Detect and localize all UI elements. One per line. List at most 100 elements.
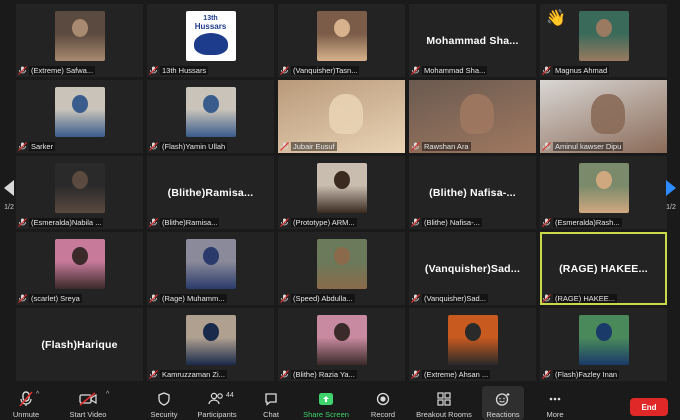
more-button[interactable]: More xyxy=(538,386,572,420)
profile-figure xyxy=(71,95,88,113)
security-button[interactable]: Security xyxy=(144,386,184,420)
start-video-button[interactable]: ^ Start Video xyxy=(62,386,114,420)
participant-tile[interactable]: (Extreme) Safwa... xyxy=(16,4,143,77)
waving-hand-icon: 👋 xyxy=(546,10,566,27)
profile-figure xyxy=(333,323,350,341)
participant-nameplate: (Esmeralda)Rash... xyxy=(542,218,665,227)
chevron-left-icon xyxy=(4,180,14,196)
muted-mic-icon xyxy=(411,218,420,227)
participant-tile[interactable]: Rawshan Ara xyxy=(409,80,536,153)
participant-tile[interactable]: (Blithe) Nafisa-... (Blithe) Nafisa-... xyxy=(409,156,536,229)
participants-button[interactable]: 44 Participants xyxy=(192,386,242,420)
participant-tile[interactable]: (RAGE) HAKEE... (RAGE) HAKEE... xyxy=(540,232,667,305)
profile-picture xyxy=(447,315,498,365)
participant-nameplate: (Vanquisher)Sad... xyxy=(411,294,534,303)
participant-tile[interactable]: Jubair Eusuf xyxy=(278,80,405,153)
participant-nameplate: Kamruzzaman Zi... xyxy=(149,370,272,379)
participants-icon xyxy=(208,390,226,408)
record-button[interactable]: Record xyxy=(366,386,400,420)
caret-up-icon[interactable]: ^ xyxy=(36,391,39,398)
participant-tile[interactable]: Mohammad Sha... Mohammad Sha... xyxy=(409,4,536,77)
profile-figure xyxy=(202,323,219,341)
participant-name: (Extreme) Ahsan ... xyxy=(422,370,491,379)
participant-tile[interactable]: (Flash)Fazley Inan xyxy=(540,308,667,381)
end-meeting-button[interactable]: End xyxy=(630,398,668,416)
share-screen-label: Share Screen xyxy=(303,410,349,419)
participant-name: 13th Hussars xyxy=(160,66,209,75)
participant-tile[interactable]: 👋 Magnus Ahmad xyxy=(540,4,667,77)
muted-mic-icon xyxy=(280,218,289,227)
participant-nameplate: (Esmeralda)Nabila ... xyxy=(18,218,141,227)
video-off-icon xyxy=(79,390,97,408)
profile-picture xyxy=(185,315,236,365)
caret-up-icon[interactable]: ^ xyxy=(106,391,109,398)
participant-tile[interactable]: (Blithe)Ramisa... (Blithe)Ramisa... xyxy=(147,156,274,229)
reactions-label: Reactions xyxy=(486,410,520,419)
record-label: Record xyxy=(370,410,396,419)
share-screen-button[interactable]: Share Screen xyxy=(300,386,352,420)
participant-tile[interactable]: (Esmeralda)Nabila ... xyxy=(16,156,143,229)
profile-picture xyxy=(54,87,105,137)
muted-mic-icon xyxy=(542,142,551,151)
muted-mic-icon xyxy=(18,218,27,227)
profile-figure xyxy=(202,95,219,113)
page-indicator-right: 1/2 xyxy=(666,204,676,211)
participant-tile[interactable]: (Speed) Abdulla... xyxy=(278,232,405,305)
muted-mic-icon xyxy=(411,370,420,379)
profile-picture xyxy=(316,163,367,213)
participant-tile[interactable]: (Blithe) Razia Ya... xyxy=(278,308,405,381)
participant-name: (Rage) Muhamm... xyxy=(160,294,227,303)
participant-tile[interactable]: (Vanquisher)Sad... (Vanquisher)Sad... xyxy=(409,232,536,305)
next-page-button[interactable]: 1/2 xyxy=(664,180,678,211)
participant-tile[interactable]: (Extreme) Ahsan ... xyxy=(409,308,536,381)
participant-nameplate: (RAGE) HAKEE... xyxy=(542,294,665,303)
participant-tile[interactable]: (Flash)Harique xyxy=(16,308,143,381)
profile-figure xyxy=(333,171,350,189)
participant-tile[interactable]: Sarker xyxy=(16,80,143,153)
reactions-button[interactable]: Reactions xyxy=(482,386,524,420)
breakout-rooms-label: Breakout Rooms xyxy=(416,410,472,419)
muted-mic-icon xyxy=(149,142,158,151)
participant-figure xyxy=(459,94,494,134)
participant-tile[interactable]: (Prototype) ARM... xyxy=(278,156,405,229)
unmute-button[interactable]: ^ Unmute xyxy=(6,386,46,420)
profile-picture xyxy=(316,239,367,289)
participant-tile[interactable]: (Vanquisher)Tasn... xyxy=(278,4,405,77)
chat-button[interactable]: Chat xyxy=(254,386,288,420)
emoji-plus-icon xyxy=(495,390,511,408)
profile-figure xyxy=(71,171,88,189)
participant-name: Kamruzzaman Zi... xyxy=(160,370,227,379)
participant-name: Mohammad Sha... xyxy=(422,66,488,75)
participant-tile[interactable]: Aminul kawser Dipu xyxy=(540,80,667,153)
profile-figure xyxy=(71,19,88,37)
more-dots-icon xyxy=(548,390,562,408)
muted-mic-icon xyxy=(411,294,420,303)
muted-mic-icon xyxy=(411,66,420,75)
profile-picture xyxy=(316,315,367,365)
meeting-toolbar: ^ Unmute ^ Start Video Security 44 Parti… xyxy=(0,386,680,420)
participant-nameplate: (Prototype) ARM... xyxy=(280,218,403,227)
profile-picture xyxy=(578,315,629,365)
participant-tile[interactable]: (Flash)Yamin Ullah xyxy=(147,80,274,153)
participant-tile[interactable]: (Esmeralda)Rash... xyxy=(540,156,667,229)
participants-count: 44 xyxy=(226,392,234,399)
start-video-label: Start Video xyxy=(69,410,107,419)
unmute-label: Unmute xyxy=(12,410,40,419)
profile-figure xyxy=(333,247,350,265)
participant-nameplate: Magnus Ahmad xyxy=(542,66,665,75)
participant-tile[interactable]: Kamruzzaman Zi... xyxy=(147,308,274,381)
muted-mic-icon xyxy=(280,294,289,303)
breakout-rooms-button[interactable]: Breakout Rooms xyxy=(414,386,474,420)
participant-tile[interactable]: (Rage) Muhamm... xyxy=(147,232,274,305)
profile-picture xyxy=(185,239,236,289)
profile-picture xyxy=(316,11,367,61)
participant-name: (Flash)Fazley Inan xyxy=(553,370,620,379)
participant-name: Magnus Ahmad xyxy=(553,66,610,75)
prev-page-button[interactable]: 1/2 xyxy=(2,180,16,211)
participant-tile[interactable]: 13th Hussars 13th Hussars xyxy=(147,4,274,77)
profile-figure xyxy=(595,19,612,37)
breakout-rooms-icon xyxy=(437,390,451,408)
participant-name: (Flash)Yamin Ullah xyxy=(160,142,228,151)
record-icon xyxy=(376,390,390,408)
participant-tile[interactable]: (scarlet) Sreya xyxy=(16,232,143,305)
